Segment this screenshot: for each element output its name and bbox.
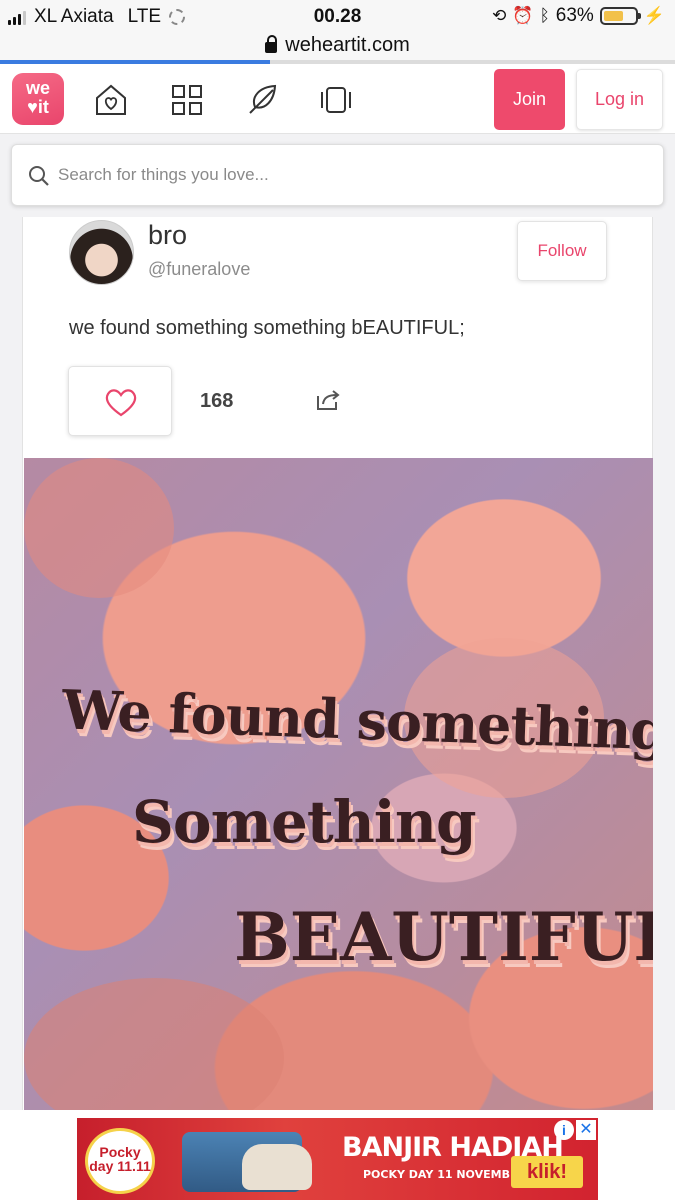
- share-icon[interactable]: [315, 388, 341, 412]
- ad-scooter-image: [242, 1144, 312, 1190]
- grid-icon[interactable]: [170, 83, 204, 117]
- post-image[interactable]: We found something Something BEAUTIFUL: [24, 458, 653, 1110]
- collections-icon[interactable]: [319, 83, 353, 117]
- ad-close-icon[interactable]: ✕: [576, 1120, 596, 1140]
- post-card: bro @funeralove Follow we found somethin…: [22, 217, 653, 1110]
- status-bar: XL Axiata LTE 00.28 ⟲ ⏰ ᛒ 63% ⚡: [0, 0, 675, 34]
- logo-line-2: ♥it: [27, 97, 49, 117]
- orientation-lock-icon: ⟲: [492, 6, 507, 25]
- join-button[interactable]: Join: [494, 69, 565, 130]
- url-text[interactable]: weheartit.com: [285, 34, 410, 57]
- ad-cta-button[interactable]: klik!: [511, 1156, 583, 1188]
- status-right: ⟲ ⏰ ᛒ 63% ⚡: [492, 5, 665, 27]
- battery-icon: [599, 7, 641, 25]
- ad-banner[interactable]: Pocky day 11.11 BANJIR HADIAH POCKY DAY …: [77, 1118, 598, 1200]
- like-button[interactable]: [68, 366, 172, 436]
- rose-petal: [24, 978, 284, 1110]
- feather-icon[interactable]: [245, 83, 279, 117]
- author-handle[interactable]: @funeralove: [148, 259, 250, 280]
- image-text-line-3: BEAUTIFUL: [234, 898, 653, 976]
- lock-icon: [265, 34, 278, 53]
- login-button[interactable]: Log in: [576, 69, 663, 130]
- heart-icon: [105, 389, 137, 417]
- follow-button[interactable]: Follow: [517, 221, 607, 281]
- home-heart-icon[interactable]: [94, 83, 128, 117]
- logo-line-1: we: [25, 78, 50, 98]
- search-input[interactable]: [58, 160, 638, 190]
- ad-area: Pocky day 11.11 BANJIR HADIAH POCKY DAY …: [0, 1110, 675, 1200]
- author-name[interactable]: bro: [148, 220, 187, 251]
- search-box[interactable]: [11, 144, 664, 206]
- charging-icon: ⚡: [643, 6, 665, 25]
- search-icon: [29, 166, 49, 186]
- like-count: 168: [200, 390, 234, 412]
- ad-brand-logo: Pocky day 11.11: [85, 1128, 155, 1194]
- ad-subline: POCKY DAY 11 NOVEMBER: [363, 1168, 526, 1181]
- battery-percent: 63%: [555, 5, 594, 26]
- search-area: [0, 135, 675, 217]
- rose-petal: [24, 458, 174, 598]
- site-header: we ♥it Join Log in: [0, 64, 675, 134]
- image-text-line-2: Something: [132, 788, 477, 856]
- ad-info-icon[interactable]: i: [554, 1120, 574, 1140]
- alarm-icon: ⏰: [512, 6, 534, 25]
- address-bar[interactable]: weheartit.com: [0, 30, 675, 60]
- post-caption: we found something something bEAUTIFUL;: [69, 317, 465, 339]
- author-avatar[interactable]: [69, 220, 134, 285]
- bluetooth-icon: ᛒ: [539, 6, 550, 25]
- weheartit-logo[interactable]: we ♥it: [12, 73, 64, 125]
